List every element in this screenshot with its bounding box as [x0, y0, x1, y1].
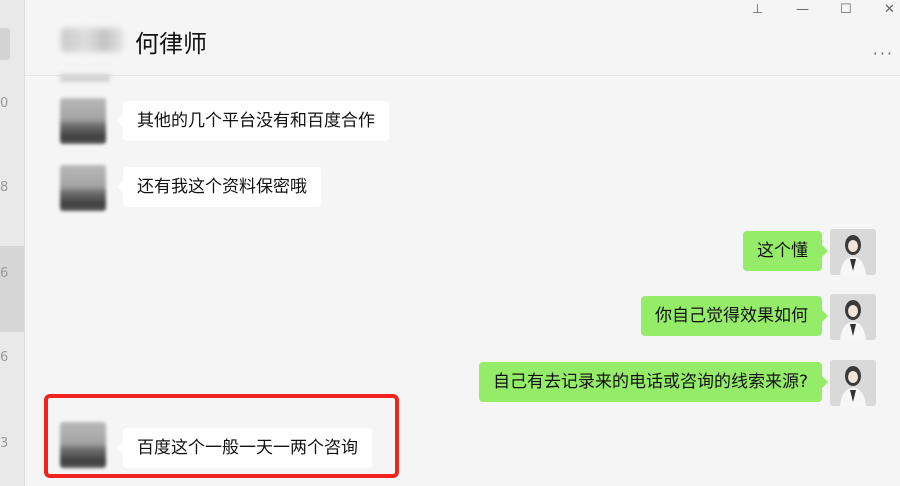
contact-remark-blurred — [61, 28, 123, 52]
close-button[interactable]: ✕ — [884, 2, 895, 17]
person-avatar-icon — [830, 229, 876, 275]
my-avatar[interactable] — [830, 294, 876, 340]
my-avatar[interactable] — [830, 360, 876, 406]
highlight-annotation-box — [44, 394, 399, 478]
message-bubble-incoming[interactable]: 其他的几个平台没有和百度合作 — [117, 101, 389, 141]
person-avatar-icon — [830, 294, 876, 340]
message-bubble-incoming[interactable]: 还有我这个资料保密哦 — [117, 167, 321, 207]
contact-list-count: 8 — [0, 180, 9, 195]
maximize-button[interactable]: ☐ — [840, 2, 852, 17]
previous-message-fragment — [60, 74, 110, 82]
message-bubble-outgoing[interactable]: 这个懂 — [743, 231, 828, 271]
contact-list-count: 0 — [0, 96, 9, 111]
chat-header: 何律师 ··· — [25, 0, 900, 76]
contact-list-hover — [0, 246, 24, 332]
minimize-button[interactable]: — — [796, 2, 809, 17]
contact-list-count: 3 — [0, 436, 9, 451]
person-avatar-icon — [830, 360, 876, 406]
message-bubble-outgoing[interactable]: 自己有去记录来的电话或咨询的线索来源? — [478, 362, 829, 402]
contact-name: 何律师 — [135, 30, 207, 58]
more-options-icon[interactable]: ··· — [873, 44, 894, 63]
contact-avatar[interactable] — [60, 98, 106, 144]
contact-avatar[interactable] — [60, 165, 106, 211]
contact-list-selection — [0, 28, 10, 60]
contact-list-count: 6 — [0, 266, 9, 281]
message-bubble-outgoing[interactable]: 你自己觉得效果如何 — [641, 296, 828, 336]
contact-list-count: 6 — [0, 350, 9, 365]
my-avatar[interactable] — [830, 229, 876, 275]
pin-icon[interactable]: ⊥ — [752, 2, 763, 17]
contact-list-strip: 0 8 6 6 3 — [0, 0, 25, 486]
